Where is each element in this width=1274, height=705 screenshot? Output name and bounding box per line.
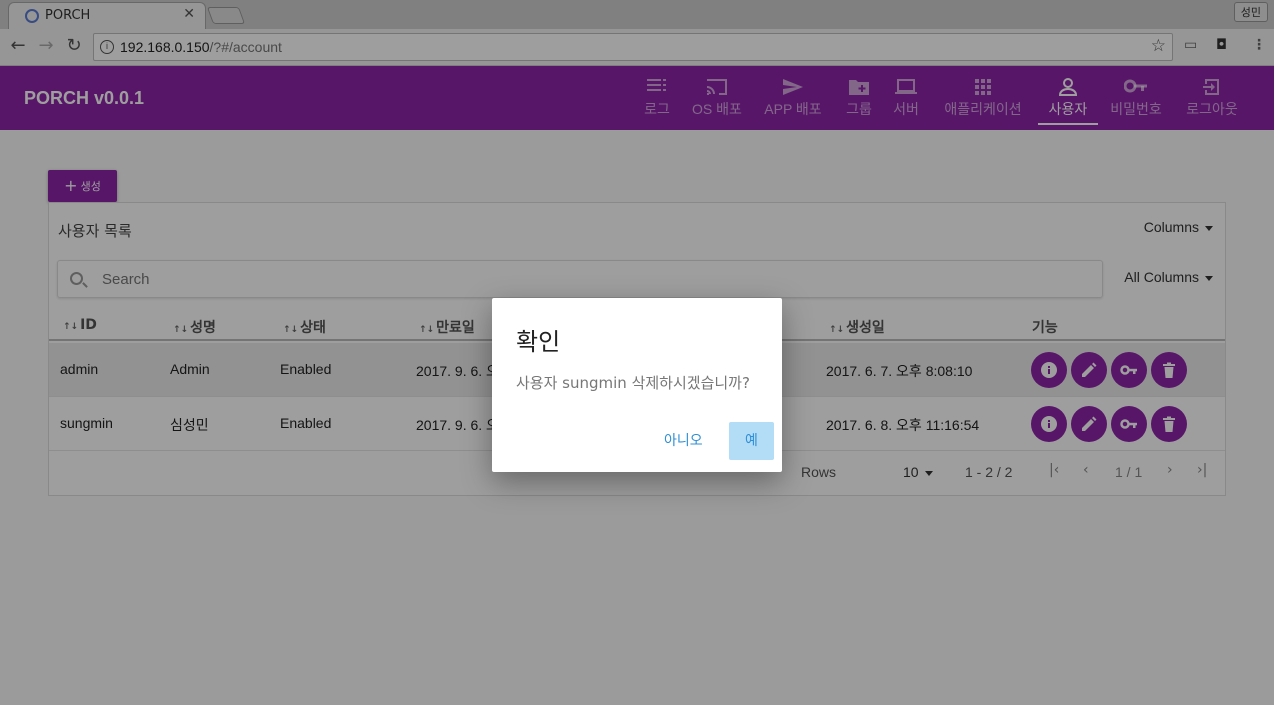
dialog-title: 확인 (516, 328, 561, 356)
confirm-dialog: 확인 사용자 sungmin 삭제하시겠습니까? 아니오 예 (492, 298, 782, 472)
dialog-yes-button[interactable]: 예 (729, 422, 774, 460)
dialog-message: 사용자 sungmin 삭제하시겠습니까? (516, 374, 750, 392)
dialog-no-button[interactable]: 아니오 (664, 430, 703, 450)
